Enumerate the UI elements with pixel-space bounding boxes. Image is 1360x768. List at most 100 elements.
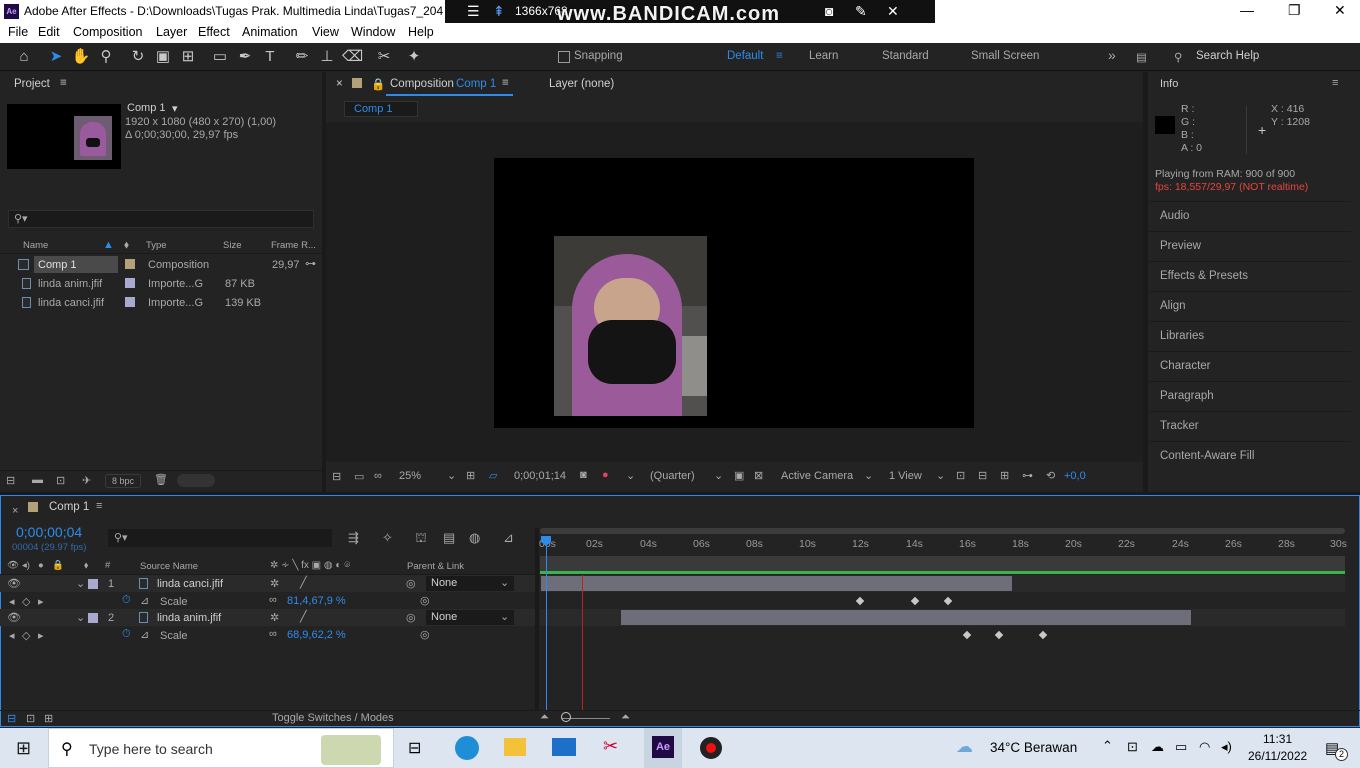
eye-icon[interactable]: 👁 [7, 611, 21, 624]
brush-tool-icon[interactable]: ✏ [292, 47, 312, 67]
windows-start-icon[interactable]: ⊞ [16, 738, 31, 759]
close-button[interactable]: ✕ [1334, 2, 1346, 19]
transfer-controls-icon[interactable]: ⊡ [26, 712, 35, 725]
task-view-icon[interactable]: ⊟ [408, 738, 421, 758]
timecode-display[interactable]: 0;00;01;14 [514, 470, 566, 482]
menu-help[interactable]: Help [408, 25, 434, 39]
lock-icon[interactable]: 🔒 [52, 560, 64, 571]
workspace-menu-icon[interactable]: ≡ [776, 50, 783, 62]
project-item[interactable]: linda anim.jfif Importe...G 87 KB [0, 274, 322, 293]
col-parent-link[interactable]: Parent & Link [407, 561, 464, 572]
pin-icon[interactable]: ⇞ [493, 3, 505, 20]
chevron-up-icon[interactable]: ⌃ [1102, 738, 1113, 754]
clock-time[interactable]: 11:31 [1263, 732, 1292, 746]
eye-icon[interactable]: 👁 [7, 577, 21, 590]
camera-snapshot-icon[interactable]: ◙ [580, 469, 587, 481]
chevron-down-icon[interactable]: ⌄ [714, 469, 723, 482]
quality-switch-icon[interactable]: ╱ [300, 576, 307, 589]
graph-icon[interactable]: ⊿ [140, 594, 149, 607]
weather-text[interactable]: 34°C Berawan [990, 740, 1077, 755]
prev-keyframe-icon[interactable]: ◂ [9, 629, 15, 642]
panel-menu-icon[interactable]: ≡ [502, 77, 509, 89]
region-icon[interactable]: ▣ [734, 469, 744, 482]
clone-tool-icon[interactable]: ⊥ [317, 47, 337, 67]
wifi-icon[interactable]: ◠ [1199, 739, 1210, 755]
comp-canvas[interactable] [494, 158, 974, 428]
tab-composition[interactable]: Composition [390, 78, 454, 90]
menu-effect[interactable]: Effect [198, 25, 230, 39]
panel-content-aware-fill[interactable]: Content-Aware Fill [1149, 441, 1351, 471]
panel-character[interactable]: Character [1149, 351, 1351, 381]
camera-select[interactable]: Active Camera [781, 470, 853, 482]
snapshot-icon[interactable]: ⊟ [332, 470, 341, 483]
tab-layer[interactable]: Layer (none) [549, 78, 614, 90]
exposure-value[interactable]: +0,0 [1064, 470, 1086, 482]
vr-icon[interactable]: ∞ [374, 470, 382, 482]
chevron-down-icon[interactable]: ⌄ [76, 611, 85, 624]
label-tag-icon[interactable]: ⬧ [84, 560, 88, 571]
flowchart-icon[interactable]: ⊶ [305, 257, 316, 270]
puppet-tool-icon[interactable]: ✦ [404, 47, 424, 67]
maximize-button[interactable]: ❐ [1288, 2, 1301, 19]
label-color[interactable] [88, 579, 98, 589]
mail-icon[interactable] [552, 738, 576, 756]
resolution-select[interactable]: (Quarter) [650, 470, 695, 482]
next-keyframe-icon[interactable]: ▸ [38, 629, 44, 642]
label-color[interactable] [125, 278, 135, 288]
layer-bar[interactable] [541, 576, 1012, 591]
toggle-switches-button[interactable]: Toggle Switches / Modes [272, 712, 394, 724]
lock-icon[interactable]: 🔒 [371, 77, 385, 91]
flowchart-icon[interactable]: ⊶ [1022, 469, 1033, 482]
label-color[interactable] [125, 297, 135, 307]
home-icon[interactable]: ⌂ [14, 47, 34, 67]
parent-select[interactable]: None ⌄ [426, 610, 514, 625]
edge-icon[interactable] [455, 736, 479, 760]
shy-switch-icon[interactable]: ✲ [270, 577, 279, 590]
current-timecode[interactable]: 0;00;00;04 [16, 524, 82, 540]
snapping-checkbox[interactable] [558, 51, 570, 63]
stopwatch-icon[interactable]: ⏱ [122, 594, 131, 607]
settings-icon[interactable]: ✈ [82, 474, 91, 487]
panel-effects-presets[interactable]: Effects & Presets [1149, 261, 1351, 291]
panel-menu-icon[interactable]: ≡ [60, 77, 67, 89]
timeline-icon[interactable]: ⊞ [1000, 469, 1009, 482]
layer-name[interactable]: linda canci.jfif [157, 578, 223, 590]
shy-switch-icon[interactable]: ✲ [270, 611, 279, 624]
recorder-close-icon[interactable]: ✕ [887, 3, 899, 20]
chevron-right-icon[interactable]: » [1108, 47, 1116, 63]
new-folder-icon[interactable]: ▬ [32, 474, 43, 486]
constrain-link-icon[interactable]: ∞ [269, 594, 277, 606]
draft-3d-icon[interactable]: ✧ [382, 530, 393, 546]
sync-icon[interactable]: ▤ [1136, 50, 1147, 64]
project-search-input[interactable]: ⚲▾ [8, 210, 314, 228]
fast-preview-icon[interactable]: ⊟ [978, 469, 987, 482]
menu-view[interactable]: View [312, 25, 339, 39]
layer-image[interactable] [554, 236, 707, 416]
rectangle-tool-icon[interactable]: ▭ [210, 47, 230, 67]
minimize-button[interactable]: — [1240, 2, 1254, 18]
graph-icon[interactable]: ⊿ [140, 628, 149, 641]
zoom-select[interactable]: 25% [399, 470, 421, 482]
after-effects-taskbar-button[interactable]: Ae [644, 728, 682, 768]
col-source-name[interactable]: Source Name [140, 561, 198, 572]
viewer-area[interactable] [326, 122, 1143, 462]
hand-tool-icon[interactable]: ✋ [71, 47, 91, 67]
chevron-down-icon[interactable]: ⌄ [447, 469, 456, 482]
panel-menu-icon[interactable]: ≡ [96, 500, 102, 512]
views-select[interactable]: 1 View [889, 470, 922, 482]
camera-icon[interactable]: ◙ [825, 3, 833, 19]
toggle-pixel-icon[interactable]: ⊡ [956, 469, 965, 482]
pickwhip-icon[interactable]: ◎ [406, 611, 416, 624]
layer-switches-icon[interactable]: ⊟ [7, 712, 16, 725]
reset-exposure-icon[interactable]: ⟲ [1046, 469, 1055, 482]
panel-tracker[interactable]: Tracker [1149, 411, 1351, 441]
clock-date[interactable]: 26/11/2022 [1248, 749, 1307, 763]
chevron-down-icon[interactable]: ⌄ [76, 577, 85, 590]
menu-file[interactable]: File [8, 25, 28, 39]
menu-composition[interactable]: Composition [73, 25, 142, 39]
label-color[interactable] [125, 259, 135, 269]
weather-icon[interactable]: ☁ [956, 737, 973, 757]
camera-tool-icon[interactable]: ▣ [153, 47, 173, 67]
timeline-comp-tab[interactable]: Comp 1 [49, 501, 89, 513]
panel-audio[interactable]: Audio [1149, 201, 1351, 231]
